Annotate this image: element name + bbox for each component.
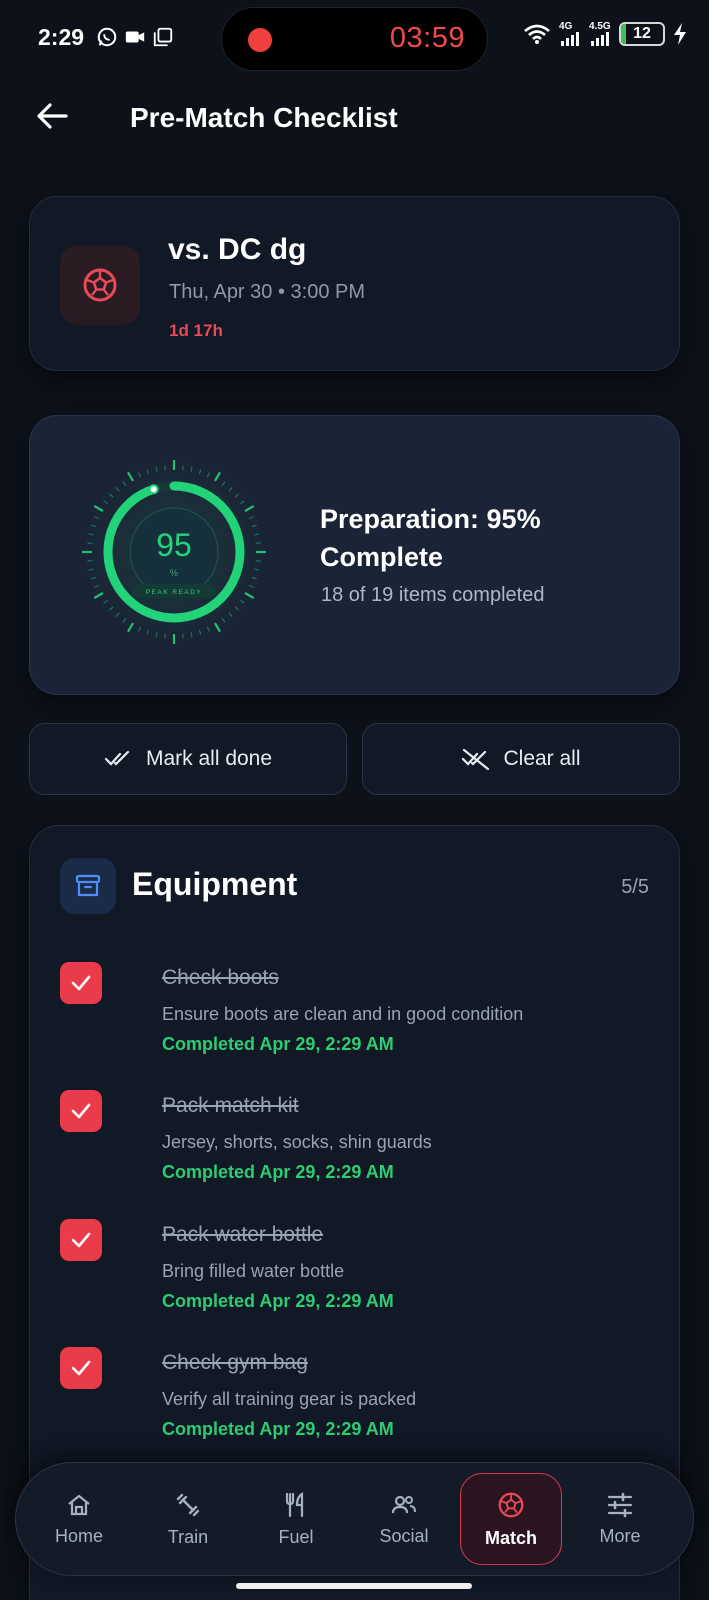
signal-icon: 4G: [559, 22, 581, 46]
nav-label: Match: [484, 1527, 537, 1548]
arrow-left-icon: [37, 103, 68, 129]
soccer-ball-icon: [498, 1492, 524, 1517]
status-bar: 2:29 03:59 4G 4.5G 12: [0, 0, 709, 76]
clear-all-button[interactable]: Clear all: [362, 723, 680, 795]
nav-label: More: [599, 1525, 641, 1546]
item-checkbox[interactable]: [60, 1219, 102, 1261]
home-indicator[interactable]: [236, 1583, 472, 1589]
check-icon: [71, 1232, 91, 1248]
preparation-subtitle: 18 of 19 items completed: [321, 584, 545, 606]
nav-label: Social: [379, 1525, 429, 1546]
item-description: Jersey, shorts, socks, shin guards: [162, 1132, 432, 1152]
wifi-icon: [524, 24, 550, 44]
nav-item-social[interactable]: Social: [353, 1473, 455, 1565]
clear-all-label: Clear all: [503, 747, 581, 770]
soccer-ball-icon: [83, 268, 117, 302]
status-system-icons: 4G 4.5G 12: [523, 22, 687, 46]
checklist-item[interactable]: Pack match kit Jersey, shorts, socks, sh…: [60, 1086, 660, 1196]
gauge-tick: [164, 633, 167, 639]
checklist-item[interactable]: Check boots Ensure boots are clean and i…: [60, 958, 660, 1068]
gauge-tick: [87, 542, 93, 545]
preparation-gauge: 95 % PEAK READY: [76, 454, 272, 650]
gauge-progress-dot: [148, 484, 159, 495]
gauge-value: 95: [156, 527, 192, 563]
item-title: Check gym bag: [162, 1351, 308, 1374]
match-card[interactable]: vs. DC dg Thu, Apr 30 • 3:00 PM 1d 17h: [29, 196, 680, 371]
item-completed-at: Completed Apr 29, 2:29 AM: [162, 1162, 394, 1182]
charging-bolt-icon: [674, 23, 686, 45]
gauge-tick: [87, 559, 93, 562]
gauge-tick: [181, 465, 184, 471]
preparation-title: Preparation: 95% Complete: [320, 504, 541, 572]
utensils-icon: [285, 1491, 304, 1517]
item-completed-at: Completed Apr 29, 2:29 AM: [162, 1034, 394, 1054]
match-icon-badge: [60, 245, 140, 325]
item-description: Bring filled water bottle: [162, 1261, 345, 1281]
check-icon: [71, 1360, 91, 1376]
nav-item-match[interactable]: Match: [460, 1473, 562, 1565]
dumbbell-icon: [176, 1493, 200, 1516]
sliders-icon: [607, 1492, 633, 1517]
double-check-icon: [104, 750, 130, 766]
match-opponent: vs. DC dg: [168, 233, 307, 266]
item-title: Pack match kit: [162, 1094, 299, 1117]
gauge-tick: [164, 465, 167, 471]
nav-label: Home: [54, 1525, 103, 1546]
equipment-title: Equipment: [132, 866, 298, 902]
app-header: Pre-Match Checklist: [0, 90, 709, 146]
nav-item-home[interactable]: Home: [28, 1473, 130, 1565]
item-checkbox[interactable]: [60, 1347, 102, 1389]
item-completed-at: Completed Apr 29, 2:29 AM: [162, 1419, 394, 1439]
gauge-caption: PEAK READY: [146, 589, 203, 596]
home-icon: [68, 1494, 90, 1515]
item-description: Verify all training gear is packed: [162, 1389, 417, 1409]
checklist-item[interactable]: Pack water bottle Bring filled water bot…: [60, 1215, 660, 1325]
item-title: Check boots: [162, 966, 279, 989]
match-datetime: Thu, Apr 30 • 3:00 PM: [169, 281, 365, 303]
gauge-tick: [181, 633, 184, 639]
match-countdown: 1d 17h: [169, 321, 223, 340]
copy-icon: [153, 27, 173, 47]
mark-all-done-button[interactable]: Mark all done: [29, 723, 347, 795]
gauge-unit: %: [170, 568, 178, 578]
equipment-count: 5/5: [621, 876, 649, 898]
whatsapp-icon: [97, 27, 117, 47]
users-icon: [391, 1495, 416, 1513]
clear-checks-icon: [462, 748, 490, 770]
archive-box-icon: [75, 874, 101, 897]
item-checkbox[interactable]: [60, 1090, 102, 1132]
check-icon: [71, 975, 91, 991]
video-icon: [125, 31, 145, 43]
status-time: 2:29: [38, 24, 85, 50]
equipment-icon-badge: [60, 858, 116, 914]
item-title: Pack water bottle: [162, 1223, 324, 1246]
item-completed-at: Completed Apr 29, 2:29 AM: [162, 1291, 394, 1311]
item-description: Ensure boots are clean and in good condi…: [162, 1004, 524, 1024]
bottom-navigation: Home Train Fuel Social Match More: [15, 1462, 694, 1576]
nav-item-train[interactable]: Train: [137, 1473, 239, 1565]
recording-timer: 03:59: [389, 22, 465, 54]
nav-label: Train: [167, 1526, 209, 1547]
status-notification-icons: [96, 26, 174, 48]
nav-item-more[interactable]: More: [569, 1473, 671, 1565]
page-title: Pre-Match Checklist: [130, 102, 398, 133]
check-icon: [71, 1103, 91, 1119]
signal-icon: 4.5G: [589, 22, 611, 46]
back-button[interactable]: [34, 98, 70, 134]
gauge-tick: [255, 542, 261, 545]
checklist-item[interactable]: Check gym bag Verify all training gear i…: [60, 1343, 660, 1453]
record-dot-icon: [248, 28, 272, 52]
nav-item-fuel[interactable]: Fuel: [245, 1473, 347, 1565]
nav-label: Fuel: [278, 1526, 314, 1547]
preparation-card: 95 % PEAK READY Preparation: 95% Complet…: [29, 415, 680, 695]
mark-all-done-label: Mark all done: [145, 747, 273, 770]
screen-recording-indicator[interactable]: 03:59: [221, 7, 488, 71]
battery-icon: 12: [619, 22, 665, 46]
gauge-tick: [255, 559, 261, 562]
item-checkbox[interactable]: [60, 962, 102, 1004]
